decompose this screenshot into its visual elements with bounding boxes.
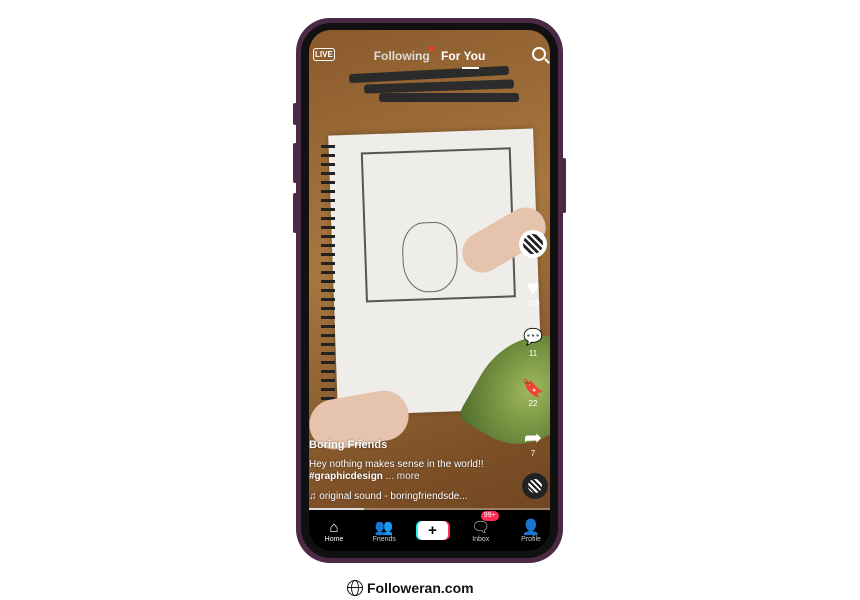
nav-label: Friends <box>372 535 396 543</box>
music-note-icon: ♫ <box>309 491 320 502</box>
bookmark-icon[interactable]: 🔖 <box>518 376 548 400</box>
video-player[interactable]: LIVE Following For You ♥ 409 💬 11 🔖 22 ➦… <box>309 30 550 551</box>
share-count: 7 <box>530 449 536 458</box>
bottom-nav: ⌂ Home 👥 Friends + 99+ 🗨 Inbox 👤 Profile <box>309 510 550 551</box>
nav-label: Home <box>324 535 344 543</box>
action-rail: ♥ 409 💬 11 🔖 22 ➦ 7 <box>518 230 548 458</box>
phone-frame: LIVE Following For You ♥ 409 💬 11 🔖 22 ➦… <box>293 18 566 563</box>
nav-inbox[interactable]: 99+ 🗨 Inbox <box>464 510 499 543</box>
home-icon: ⌂ <box>329 518 339 536</box>
nav-label: Inbox <box>472 535 490 543</box>
more-link[interactable]: ... more <box>386 471 420 482</box>
like-count: 409 <box>526 299 540 308</box>
create-button[interactable]: + <box>417 521 448 540</box>
friends-icon: 👥 <box>374 518 394 536</box>
nav-home[interactable]: ⌂ Home <box>317 519 351 543</box>
globe-icon <box>347 580 363 596</box>
search-icon[interactable] <box>532 47 546 61</box>
tab-for-you[interactable]: For You <box>441 49 485 63</box>
share-icon[interactable]: ➦ <box>518 426 548 450</box>
active-tab-indicator <box>462 67 479 69</box>
watermark-text: Followeran.com <box>367 580 474 596</box>
tab-following[interactable]: Following <box>374 49 430 63</box>
heart-icon[interactable]: ♥ <box>518 276 548 300</box>
sound-link[interactable]: ♫ original sound - boringfriendsde... <box>309 491 494 503</box>
comment-count: 11 <box>528 349 538 358</box>
watermark: Followeran.com <box>347 580 474 596</box>
comment-icon[interactable]: 💬 <box>518 326 548 350</box>
inbox-badge: 99+ <box>480 510 499 521</box>
music-disc-icon[interactable] <box>522 473 548 499</box>
nav-profile[interactable]: 👤 Profile <box>514 519 548 543</box>
video-caption: Boring Friends Hey nothing makes sense i… <box>309 439 494 503</box>
caption-text: Hey nothing makes sense in the world!! <box>309 459 484 470</box>
notification-dot <box>429 46 434 51</box>
sound-label: original sound - boringfriendsde... <box>319 491 468 502</box>
profile-icon: 👤 <box>521 518 541 536</box>
save-count: 22 <box>528 399 538 408</box>
inbox-icon: 🗨 <box>471 518 491 536</box>
nav-friends[interactable]: 👥 Friends <box>367 519 401 543</box>
nav-label: Profile <box>521 535 541 543</box>
creator-avatar[interactable] <box>519 230 547 258</box>
hashtag-link[interactable]: #graphicdesign <box>309 471 383 482</box>
username[interactable]: Boring Friends <box>309 439 494 451</box>
